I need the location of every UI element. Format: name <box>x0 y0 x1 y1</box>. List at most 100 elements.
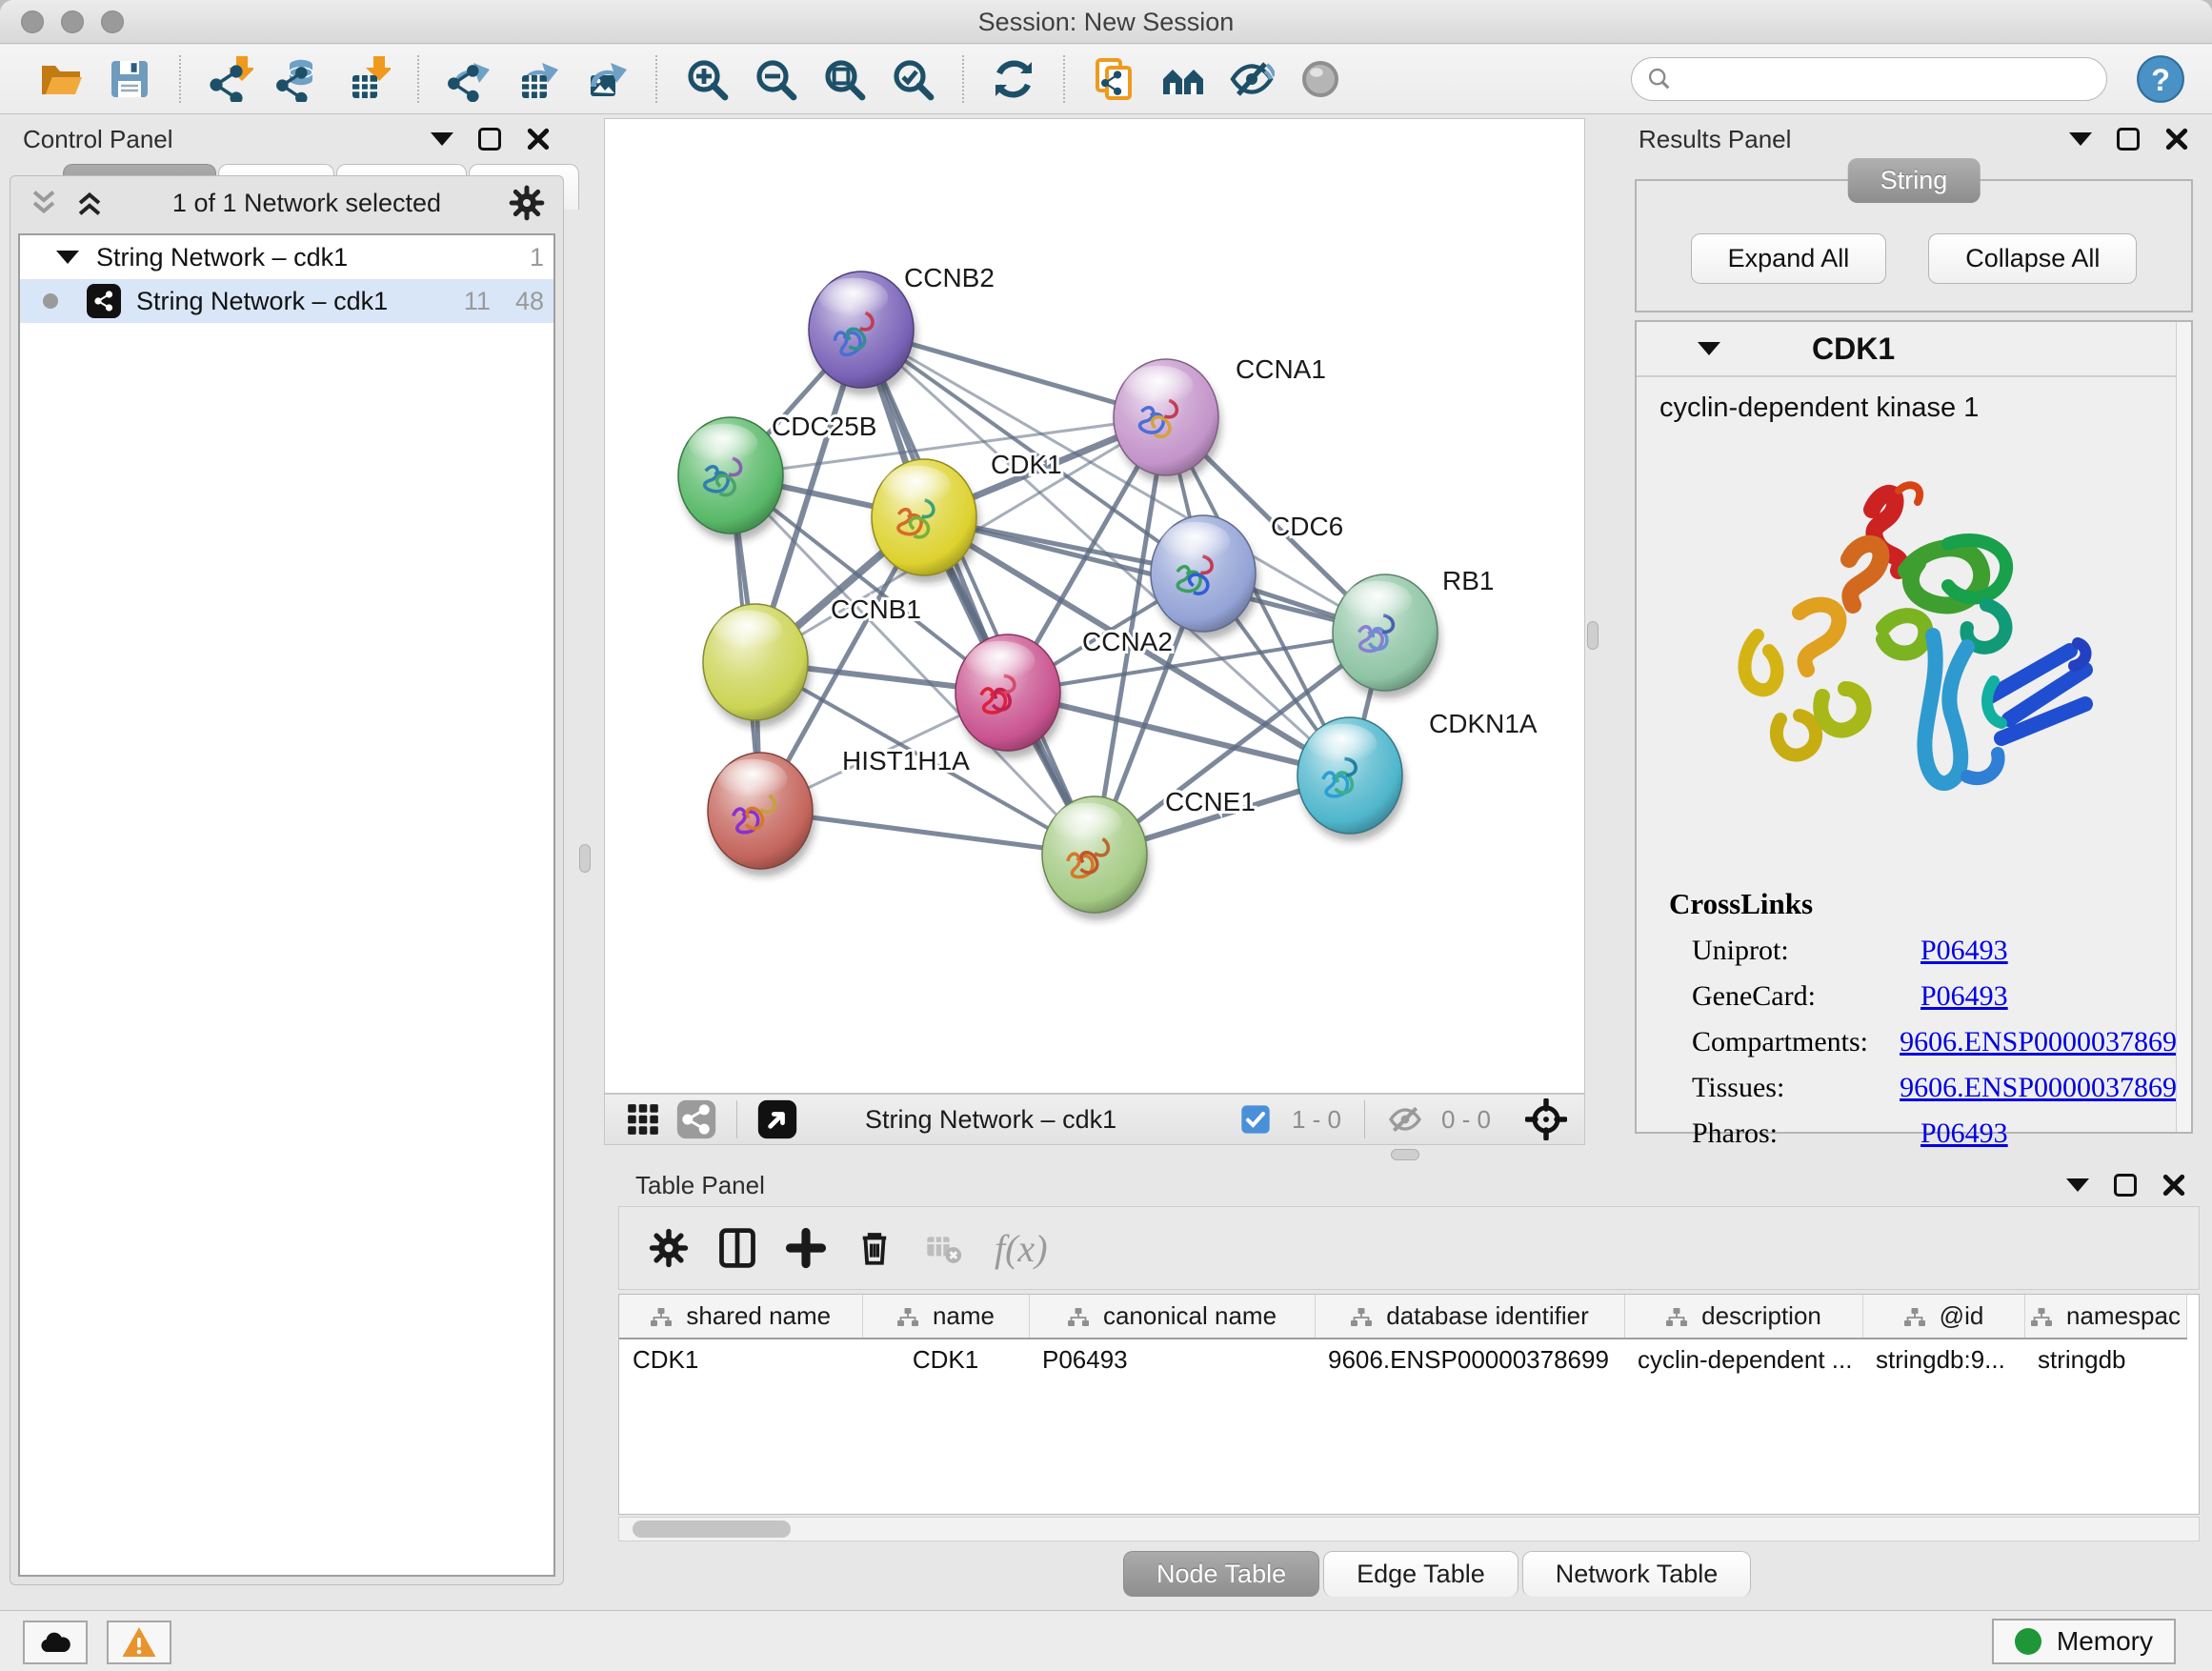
grid-view-icon[interactable] <box>622 1098 664 1140</box>
zoom-out-button[interactable] <box>748 51 803 107</box>
table-cell[interactable]: P06493 <box>1029 1339 1315 1380</box>
column-header-name[interactable]: name <box>862 1295 1029 1339</box>
create-column-icon[interactable] <box>781 1223 831 1273</box>
table-cell[interactable]: CDK1 <box>862 1339 1029 1380</box>
panel-menu-icon[interactable] <box>2069 132 2092 146</box>
entry-collapse-icon[interactable] <box>1698 342 1720 355</box>
column-header-database-identifier[interactable]: database identifier <box>1315 1295 1624 1339</box>
save-session-button[interactable] <box>102 51 157 107</box>
float-panel-icon[interactable] <box>2117 128 2140 151</box>
table-cell[interactable]: stringdb:9... <box>1862 1339 2024 1380</box>
crosslink-link[interactable]: P06493 <box>1920 935 2008 967</box>
hide-selection-button[interactable] <box>1224 51 1279 107</box>
tab-edge-table[interactable]: Edge Table <box>1323 1551 1518 1597</box>
zoom-in-button[interactable] <box>679 51 734 107</box>
table-options-gear-icon[interactable] <box>644 1223 694 1273</box>
node-label-CDK1: CDK1 <box>991 450 1062 479</box>
network-node-CDKN1A[interactable] <box>1297 717 1405 841</box>
fit-selected-crosshair-icon[interactable] <box>1525 1098 1567 1140</box>
function-builder-icon[interactable]: f(x) <box>995 1226 1048 1271</box>
warnings-button[interactable] <box>107 1621 171 1664</box>
close-panel-icon[interactable] <box>2162 1173 2186 1198</box>
show-columns-icon[interactable] <box>713 1223 762 1273</box>
horizontal-splitter-handle[interactable] <box>1391 1149 1419 1160</box>
delete-column-icon[interactable] <box>850 1223 899 1273</box>
results-scrollbar[interactable] <box>2176 322 2191 1132</box>
cloud-icon <box>36 1623 74 1661</box>
import-network-file-button[interactable] <box>203 51 258 107</box>
table-hscrollbar[interactable] <box>618 1517 2200 1541</box>
crosslink-link[interactable]: P06493 <box>1920 980 2008 1013</box>
network-node-CCNA2[interactable] <box>955 634 1063 758</box>
network-from-selection-button[interactable] <box>1087 51 1142 107</box>
collapse-all-icon[interactable] <box>28 189 60 217</box>
network-row[interactable]: String Network – cdk1 11 48 <box>20 279 553 323</box>
left-splitter-handle[interactable] <box>579 844 591 873</box>
network-node-RB1[interactable] <box>1333 574 1440 698</box>
network-node-HIST1H1A[interactable] <box>708 753 815 876</box>
column-header-namespac[interactable]: namespac <box>2024 1295 2186 1339</box>
table-cell[interactable]: 9606.ENSP00000378699 <box>1315 1339 1624 1380</box>
close-panel-icon[interactable] <box>526 127 551 151</box>
panel-menu-icon[interactable] <box>431 132 453 146</box>
panel-menu-icon[interactable] <box>2066 1178 2089 1192</box>
network-node-CDK1[interactable] <box>872 459 979 583</box>
hidden-eye-icon[interactable] <box>1384 1098 1426 1140</box>
column-header--id[interactable]: @id <box>1862 1295 2024 1339</box>
tree-expander-icon[interactable] <box>56 251 79 264</box>
export-network-button[interactable] <box>441 51 496 107</box>
network-options-gear-icon[interactable] <box>508 184 546 222</box>
network-node-CCNE1[interactable] <box>1042 796 1150 920</box>
collapse-all-button[interactable]: Collapse All <box>1928 233 2137 284</box>
export-table-button[interactable] <box>510 51 565 107</box>
expand-all-icon[interactable] <box>73 189 106 217</box>
network-share-icon[interactable] <box>675 1098 717 1140</box>
edge-CCNB2-CCNE1[interactable] <box>861 330 1095 855</box>
network-node-CDC6[interactable] <box>1151 515 1258 639</box>
entry-header[interactable]: CDK1 <box>1637 322 2191 377</box>
apply-layout-button[interactable] <box>986 51 1041 107</box>
selected-checkbox-icon[interactable] <box>1235 1098 1277 1140</box>
export-image-button[interactable] <box>578 51 633 107</box>
close-panel-icon[interactable] <box>2164 127 2189 151</box>
cloud-status-button[interactable] <box>23 1621 88 1664</box>
search-input[interactable] <box>1631 57 2107 101</box>
search-icon <box>1646 66 1673 92</box>
first-neighbors-button[interactable] <box>1156 51 1211 107</box>
network-node-CDC25B[interactable] <box>678 417 786 541</box>
zoom-selected-button[interactable] <box>885 51 940 107</box>
column-header-canonical-name[interactable]: canonical name <box>1029 1295 1315 1339</box>
crosslink-link[interactable]: P06493 <box>1920 1117 2008 1150</box>
birds-eye-view-icon[interactable] <box>756 1098 798 1140</box>
memory-button[interactable]: Memory <box>1992 1619 2176 1664</box>
right-splitter-handle[interactable] <box>1587 621 1599 650</box>
help-button[interactable]: ? <box>2136 54 2185 104</box>
table-cell[interactable]: stringdb <box>2024 1339 2186 1380</box>
float-panel-icon[interactable] <box>2114 1174 2137 1197</box>
tab-node-table[interactable]: Node Table <box>1123 1551 1319 1597</box>
table-cell[interactable]: cyclin-dependent ... <box>1624 1339 1862 1380</box>
network-node-CCNB2[interactable] <box>809 272 916 395</box>
show-all-button[interactable] <box>1293 51 1348 107</box>
import-table-file-button[interactable] <box>340 51 395 107</box>
crosslink-link[interactable]: 9606.ENSP00000378699 <box>1900 1072 2191 1104</box>
zoom-fit-button[interactable] <box>816 51 872 107</box>
table-row[interactable]: CDK1CDK1P064939606.ENSP00000378699cyclin… <box>619 1339 2186 1380</box>
column-header-description[interactable]: description <box>1624 1295 1862 1339</box>
table-cell[interactable]: CDK1 <box>619 1339 862 1380</box>
crosslink-link[interactable]: 9606.ENSP00000378699 <box>1900 1026 2191 1058</box>
column-header-shared-name[interactable]: shared name <box>619 1295 862 1339</box>
network-canvas[interactable]: CCNB2CCNA1CDC25BCDK1CDC6RB1CCNB1CCNA2CDK… <box>604 118 1585 1094</box>
float-panel-icon[interactable] <box>478 128 501 151</box>
tab-network-table[interactable]: Network Table <box>1522 1551 1752 1597</box>
hscroll-thumb[interactable] <box>633 1520 791 1538</box>
tab-string[interactable]: String <box>1848 158 1981 203</box>
expand-all-button[interactable]: Expand All <box>1691 233 1887 284</box>
network-node-CCNA1[interactable] <box>1114 359 1221 483</box>
crosslink-label: Compartments: <box>1692 1026 1900 1058</box>
import-network-database-button[interactable] <box>271 51 327 107</box>
network-collection-row[interactable]: String Network – cdk1 1 <box>20 235 553 279</box>
memory-status-dot <box>2015 1628 2041 1655</box>
network-node-CCNB1[interactable] <box>703 604 811 728</box>
open-session-button[interactable] <box>33 51 89 107</box>
